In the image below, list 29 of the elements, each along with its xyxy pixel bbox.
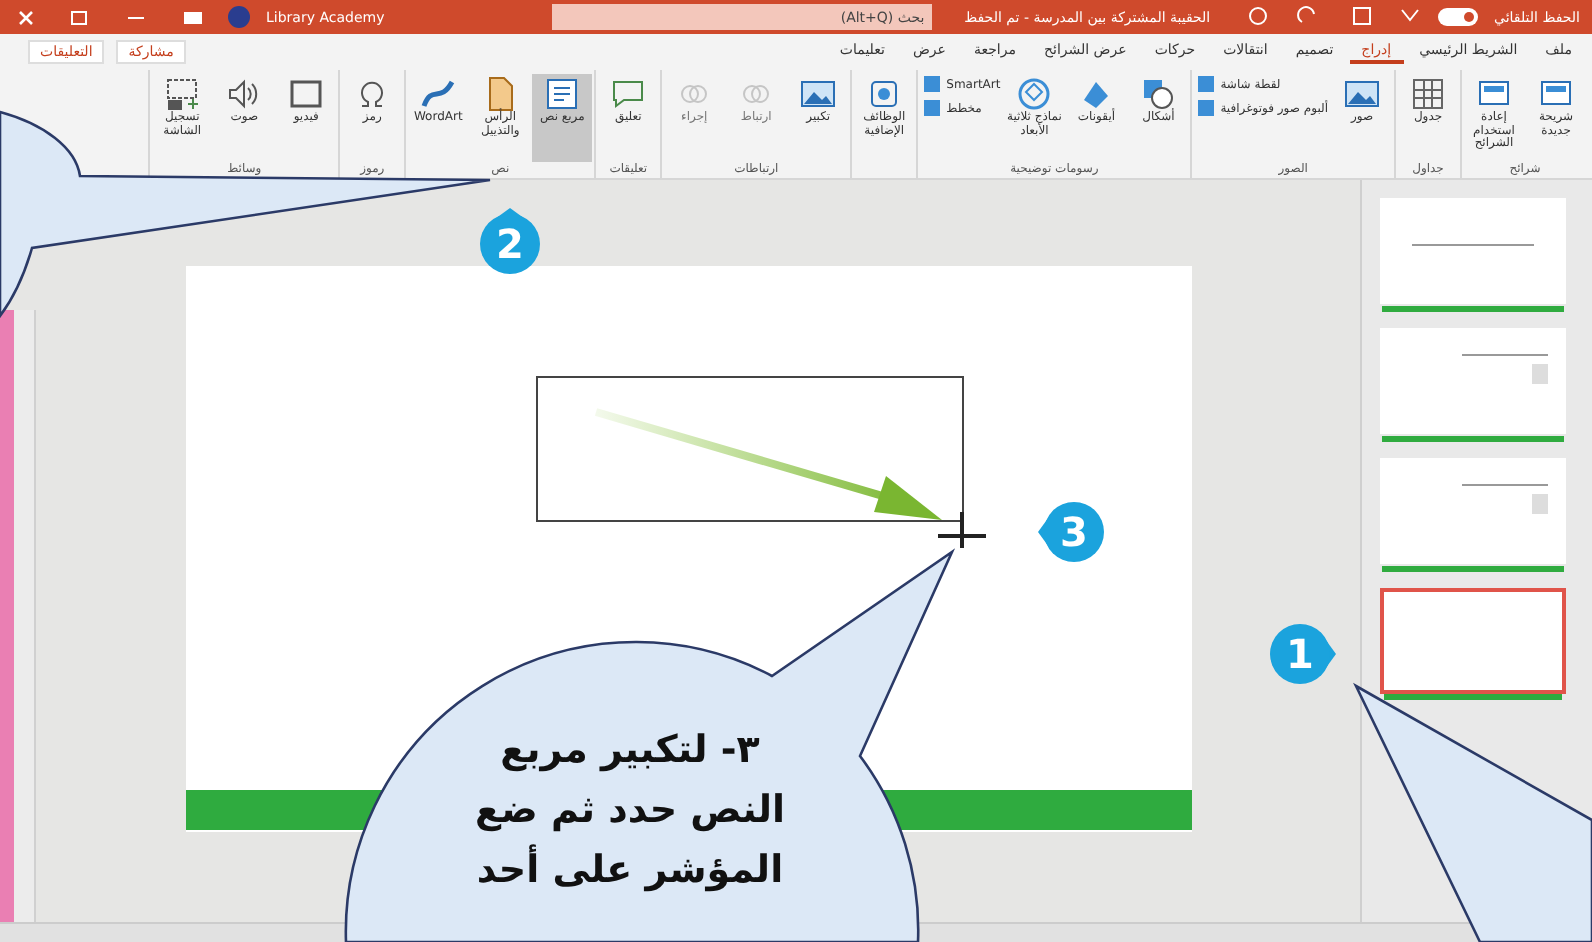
autosave-toggle[interactable] <box>1438 8 1479 26</box>
callout-text-line: ٣- لتكبير مربع <box>500 726 760 776</box>
square-icon <box>922 98 943 118</box>
screen-icon <box>288 76 325 112</box>
comment-icon <box>610 76 647 112</box>
slide-thumbnail[interactable] <box>1380 588 1566 694</box>
shapes-icon <box>1140 76 1177 112</box>
square-icon <box>1196 98 1217 118</box>
screen-record-icon <box>164 76 201 112</box>
avatar-icon[interactable] <box>228 6 250 28</box>
image-icon <box>1344 76 1380 112</box>
image-icon <box>800 76 837 112</box>
square-icon <box>1196 74 1217 94</box>
brush-stroke-icon <box>420 76 457 112</box>
callout-text-line: المؤشر على أحد <box>476 842 784 896</box>
square-icon <box>922 74 943 94</box>
cube-icon <box>1016 76 1053 112</box>
crosshair-cursor-icon <box>936 510 986 548</box>
step-badge: 2 <box>474 208 546 280</box>
text-box[interactable] <box>536 376 964 522</box>
arrow-icon <box>594 408 942 520</box>
text-box-icon <box>544 76 581 112</box>
addin-icon <box>866 76 903 112</box>
step-badge: 1 <box>1264 618 1336 690</box>
callout-text-line: النص حدد ثم ضع <box>475 786 785 836</box>
table-icon <box>1410 76 1446 112</box>
step-badge: 3 <box>1038 496 1110 568</box>
scrollbar[interactable] <box>14 310 36 922</box>
speaker-icon <box>226 76 263 112</box>
